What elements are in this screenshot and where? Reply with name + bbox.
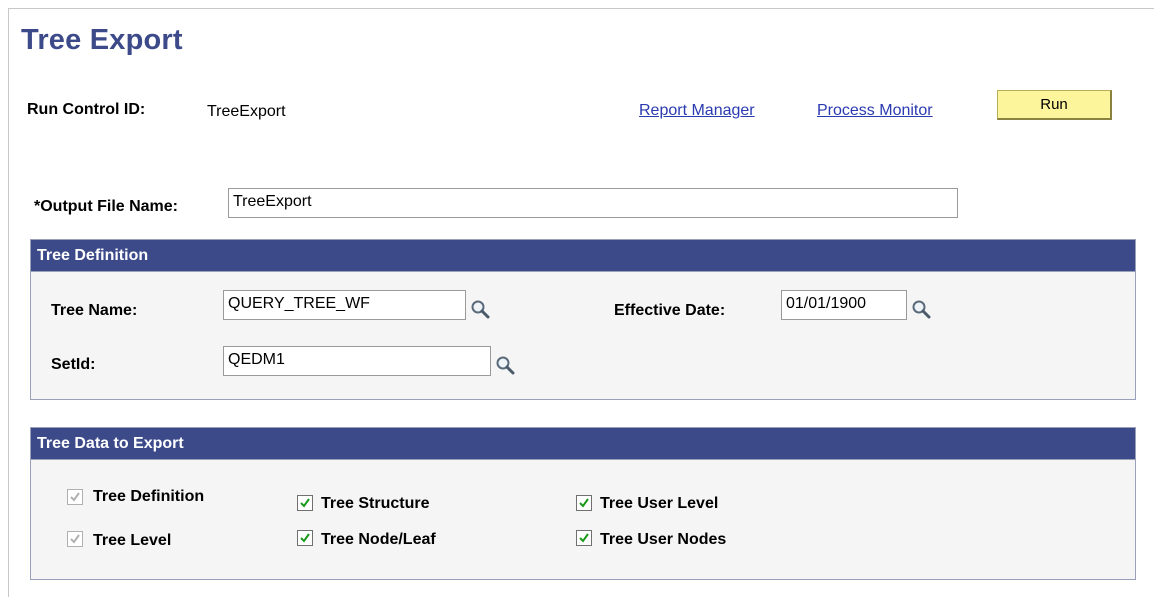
frame-left-border bbox=[8, 8, 9, 597]
tree-definition-header: Tree Definition bbox=[31, 240, 1135, 272]
output-file-name-label: *Output File Name: bbox=[34, 198, 179, 215]
frame-top-border bbox=[8, 8, 1154, 9]
tree-user-level-option-label: Tree User Level bbox=[600, 495, 719, 512]
checkmark-icon bbox=[300, 533, 310, 543]
tree-user-level-checkbox[interactable] bbox=[576, 495, 592, 511]
output-file-name-input[interactable]: TreeExport bbox=[228, 188, 958, 218]
process-monitor-link[interactable]: Process Monitor bbox=[817, 102, 933, 120]
tree-structure-checkbox[interactable] bbox=[297, 495, 313, 511]
tree-name-label: Tree Name: bbox=[51, 302, 138, 319]
tree-definition-group: Tree Definition bbox=[30, 239, 1136, 400]
checkmark-icon bbox=[300, 498, 310, 508]
tree-user-nodes-checkbox[interactable] bbox=[576, 530, 592, 546]
checkmark-icon bbox=[579, 498, 589, 508]
checkmark-icon bbox=[70, 492, 80, 502]
page-title: Tree Export bbox=[21, 24, 183, 56]
tree-name-input[interactable]: QUERY_TREE_WF bbox=[223, 290, 466, 320]
tree-definition-checkbox bbox=[67, 489, 83, 505]
tree-name-lookup-icon[interactable] bbox=[470, 299, 490, 319]
tree-node-leaf-option-label: Tree Node/Leaf bbox=[321, 531, 436, 548]
tree-level-checkbox bbox=[67, 531, 83, 547]
tree-structure-option-label: Tree Structure bbox=[321, 495, 430, 512]
run-control-value: TreeExport bbox=[207, 103, 286, 120]
tree-definition-option-label: Tree Definition bbox=[93, 488, 205, 505]
checkmark-icon bbox=[70, 534, 80, 544]
setid-lookup-icon[interactable] bbox=[495, 355, 515, 375]
tree-data-to-export-header: Tree Data to Export bbox=[31, 428, 1135, 460]
report-manager-link[interactable]: Report Manager bbox=[639, 102, 755, 120]
effective-date-input[interactable]: 01/01/1900 bbox=[781, 290, 907, 320]
effective-date-label: Effective Date: bbox=[614, 302, 726, 319]
tree-user-nodes-option-label: Tree User Nodes bbox=[600, 531, 727, 548]
tree-level-option-label: Tree Level bbox=[93, 532, 172, 549]
tree-node-leaf-checkbox[interactable] bbox=[297, 530, 313, 546]
run-button[interactable]: Run bbox=[997, 90, 1112, 120]
setid-input[interactable]: QEDM1 bbox=[223, 346, 491, 376]
checkmark-icon bbox=[579, 533, 589, 543]
setid-label: SetId: bbox=[51, 356, 96, 373]
run-control-label: Run Control ID: bbox=[27, 101, 146, 118]
effective-date-lookup-icon[interactable] bbox=[911, 299, 931, 319]
